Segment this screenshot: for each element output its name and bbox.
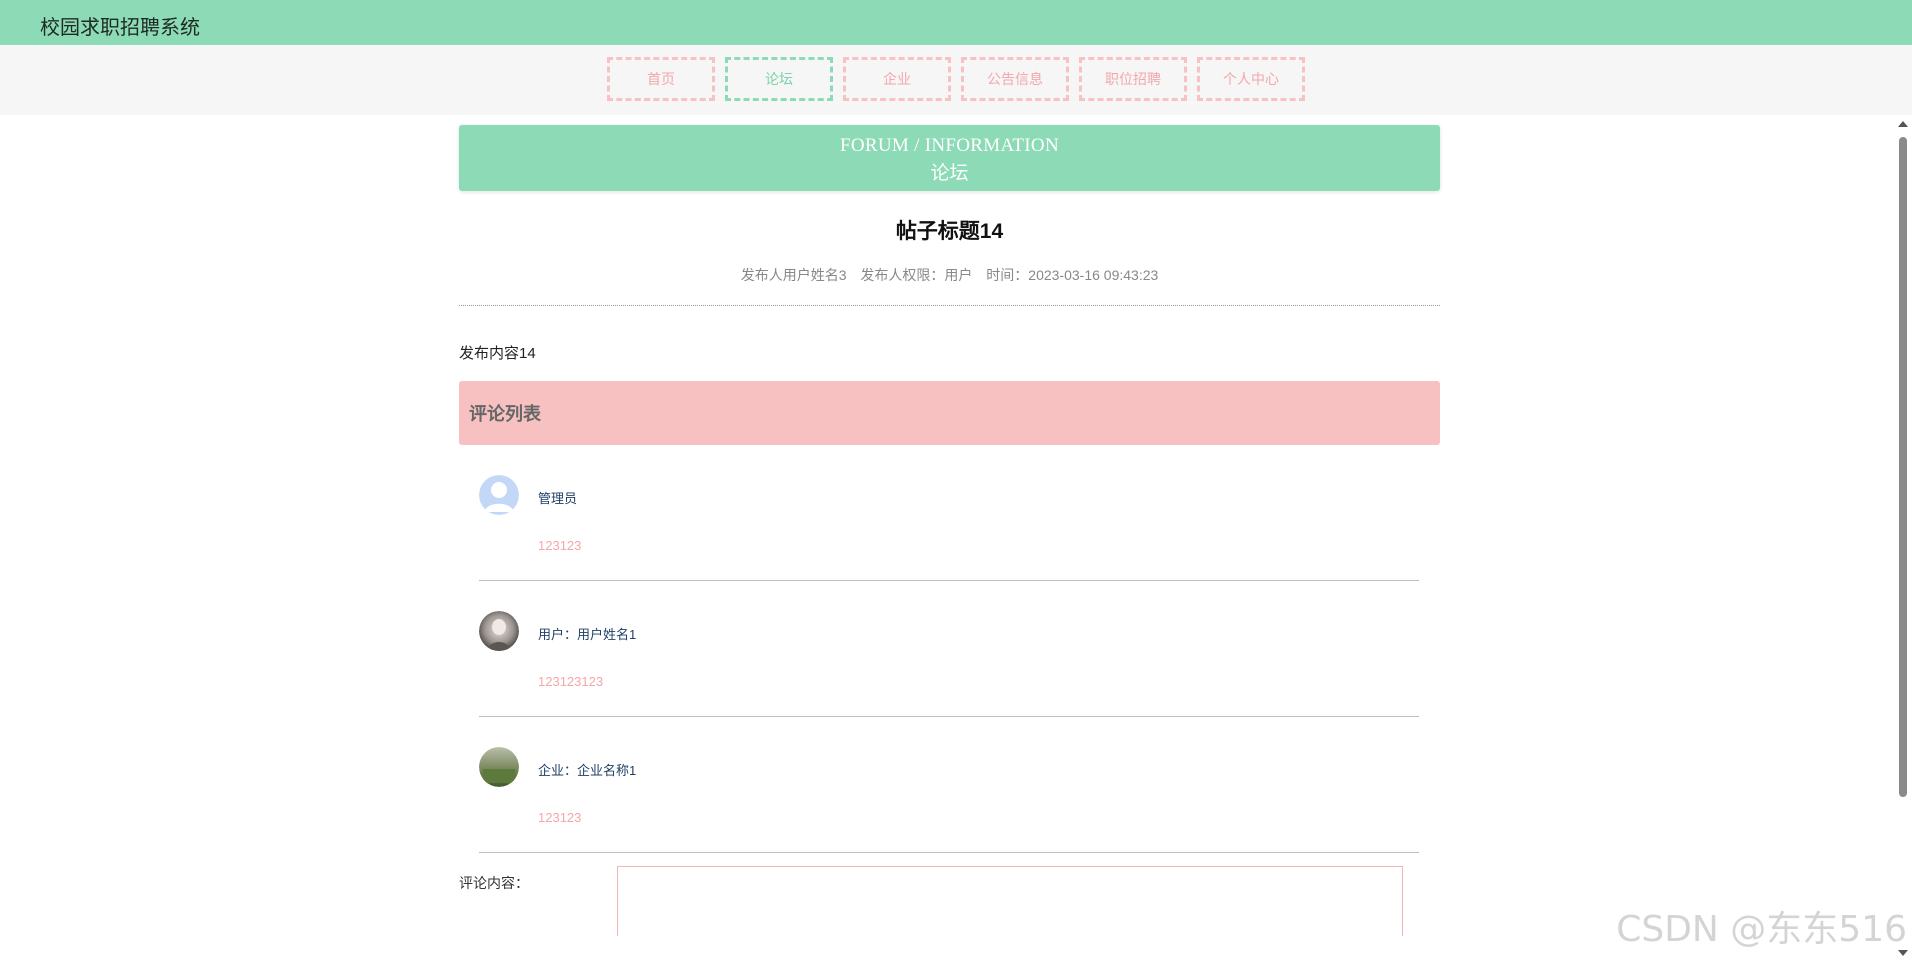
watermark: CSDN @东东516 — [1616, 909, 1907, 950]
nav-item-jobs[interactable]: 职位招聘 — [1079, 57, 1187, 101]
comment-text: 123123 — [538, 538, 582, 553]
banner-cn-title: 论坛 — [930, 163, 969, 184]
comment-input[interactable] — [617, 866, 1403, 936]
page-scrollbar[interactable] — [1894, 115, 1912, 962]
post-author: 发布人用户姓名3 — [740, 267, 847, 283]
banner-en-title: FORUM / INFORMATION — [840, 135, 1059, 156]
main-content: FORUM / INFORMATION 论坛 帖子标题14 发布人用户姓名3 发… — [459, 125, 1440, 953]
nav-item-forum[interactable]: 论坛 — [725, 57, 833, 101]
nav-item-personal-center[interactable]: 个人中心 — [1197, 57, 1305, 101]
comment-text: 123123 — [538, 810, 582, 825]
post-title: 帖子标题14 — [895, 220, 1004, 243]
post-content: 发布内容14 — [459, 345, 536, 362]
comment-author: 用户：用户姓名1 — [538, 627, 637, 642]
default-user-avatar-icon — [479, 475, 519, 515]
company-photo-avatar — [479, 747, 519, 787]
post-role: 发布人权限：用户 — [860, 267, 973, 283]
scroll-up-icon[interactable] — [1898, 121, 1908, 127]
comment-item: 用户：用户姓名1 123123123 — [479, 581, 1419, 717]
comment-author: 企业：企业名称1 — [538, 763, 637, 778]
comment-author: 管理员 — [538, 491, 578, 506]
comment-text: 123123123 — [538, 674, 604, 689]
section-banner: FORUM / INFORMATION 论坛 — [459, 125, 1440, 191]
scrollbar-thumb[interactable] — [1899, 137, 1907, 797]
user-photo-avatar — [479, 611, 519, 651]
comment-input-label: 评论内容： — [459, 875, 529, 891]
post-time: 时间：2023-03-16 09:43:23 — [986, 267, 1159, 283]
nav-item-company[interactable]: 企业 — [843, 57, 951, 101]
top-bar: 校园求职招聘系统 — [0, 0, 1912, 45]
comment-item: 管理员 123123 — [479, 445, 1419, 581]
comment-form: 评论内容： — [459, 866, 1440, 953]
post-divider — [459, 305, 1440, 306]
nav-item-home[interactable]: 首页 — [607, 57, 715, 101]
app-title: 校园求职招聘系统 — [40, 17, 200, 39]
nav-item-announcements[interactable]: 公告信息 — [961, 57, 1069, 101]
comment-item: 企业：企业名称1 123123 — [479, 717, 1419, 853]
nav-items: 首页 论坛 企业 公告信息 职位招聘 个人中心 — [607, 57, 1305, 103]
comments-header: 评论列表 — [459, 381, 1440, 445]
main-nav: 首页 论坛 企业 公告信息 职位招聘 个人中心 — [0, 45, 1912, 115]
app-root: 校园求职招聘系统 首页 论坛 企业 公告信息 职位招聘 个人中心 FORUM /… — [0, 0, 1912, 962]
post-meta: 发布人用户姓名3 发布人权限：用户 时间：2023-03-16 09:43:23 — [459, 265, 1440, 285]
